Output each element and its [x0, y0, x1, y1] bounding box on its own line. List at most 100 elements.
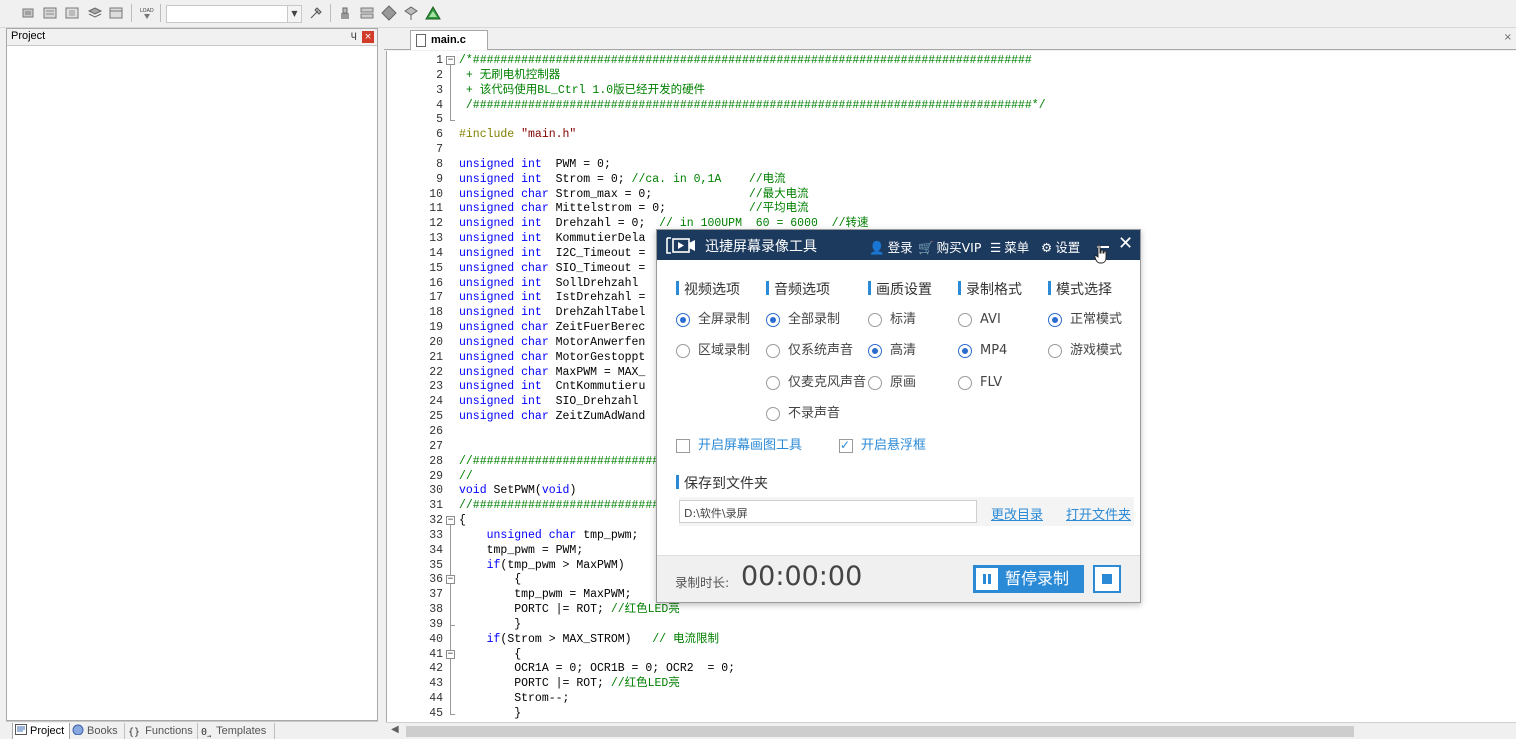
- code-line[interactable]: 43 PORTC |= ROT; //红色LED亮: [387, 676, 1516, 691]
- menu-button[interactable]: ☰ 菜单: [990, 237, 1029, 256]
- configure-icon[interactable]: [359, 5, 375, 21]
- settings-button[interactable]: ⚙ 设置: [1041, 237, 1080, 256]
- code-line[interactable]: 1 /*#####################################…: [387, 53, 1516, 68]
- code-text: unsigned char MotorAnwerfen: [459, 335, 645, 350]
- pack-installer-icon[interactable]: [425, 5, 441, 21]
- code-line[interactable]: 38 PORTC |= ROT; //红色LED亮: [387, 602, 1516, 617]
- code-line[interactable]: 8 unsigned int PWM = 0;: [387, 157, 1516, 172]
- radio-format-flv[interactable]: FLV: [958, 375, 1002, 391]
- code-token: unsigned char: [459, 202, 549, 216]
- code-line[interactable]: 45 }: [387, 706, 1516, 721]
- radio-fullscreen[interactable]: 全屏录制: [676, 312, 750, 328]
- line-number: 25: [429, 410, 443, 424]
- pause-record-button[interactable]: 暂停录制: [973, 565, 1084, 593]
- open-folder-link[interactable]: 打开文件夹: [1066, 504, 1131, 523]
- scroll-thumb[interactable]: [406, 726, 1354, 737]
- pin-icon[interactable]: ɥ: [351, 30, 357, 41]
- radio-mode-normal[interactable]: 正常模式: [1048, 312, 1122, 328]
- editor-tab-label: main.c: [431, 34, 466, 46]
- buy-vip-button[interactable]: 🛒 购买VIP: [918, 237, 981, 256]
- save-path-input[interactable]: D:\软件\录屏: [679, 500, 977, 523]
- fold-toggle-icon[interactable]: −: [446, 516, 455, 526]
- close-icon[interactable]: ✕: [1118, 234, 1133, 254]
- code-line[interactable]: 5: [387, 112, 1516, 127]
- code-line[interactable]: 44 Strom--;: [387, 691, 1516, 706]
- splitter[interactable]: [378, 28, 384, 739]
- horizontal-scrollbar[interactable]: ◀: [386, 722, 1516, 739]
- line-number: 36: [429, 573, 443, 587]
- close-icon[interactable]: ×: [362, 31, 374, 43]
- fold-guide: [450, 658, 451, 714]
- code-line[interactable]: 7: [387, 142, 1516, 157]
- stop-build-icon[interactable]: [87, 5, 103, 21]
- tab-books[interactable]: Books: [70, 723, 125, 739]
- line-number: 16: [429, 276, 443, 290]
- target-options-icon[interactable]: [308, 5, 324, 21]
- line-number: 33: [429, 528, 443, 542]
- code-line[interactable]: 10 unsigned char Strom_max = 0; //最大电流: [387, 187, 1516, 202]
- radio-audio-mic[interactable]: 仅麦克风声音: [766, 375, 866, 391]
- batch-build-icon[interactable]: [42, 5, 58, 21]
- line-number: 6: [436, 128, 443, 142]
- tab-templates[interactable]: 0→ Templates: [199, 723, 275, 739]
- radio-quality-original[interactable]: 原画: [868, 375, 916, 391]
- line-number: 3: [436, 83, 443, 97]
- tab-label: Project: [30, 725, 65, 737]
- translate-icon[interactable]: [20, 5, 36, 21]
- code-token: //###########################: [459, 499, 660, 513]
- login-button[interactable]: 👤 登录: [869, 237, 913, 256]
- fold-toggle-icon[interactable]: −: [446, 649, 455, 659]
- target-select[interactable]: ▼: [166, 5, 302, 23]
- run-icon[interactable]: [381, 5, 397, 21]
- line-number: 15: [429, 261, 443, 275]
- tab-main-c[interactable]: main.c: [410, 30, 488, 50]
- code-token: unsigned char: [459, 335, 549, 349]
- code-line[interactable]: 9 unsigned int Strom = 0; //ca. in 0,1A /…: [387, 172, 1516, 187]
- radio-format-mp4[interactable]: MP4: [958, 343, 1007, 359]
- load-icon[interactable]: LOAD: [139, 5, 155, 21]
- code-token: PORTC |= ROT;: [459, 603, 611, 617]
- screen-recorder-dialog: 迅捷屏幕录像工具 👤 登录 🛒 购买VIP ☰ 菜单 ⚙ 设置 ✕ 视频选项 音频选项 …: [656, 229, 1141, 603]
- radio-audio-system[interactable]: 仅系统声音: [766, 343, 853, 359]
- change-dir-link[interactable]: 更改目录: [991, 504, 1043, 523]
- scroll-left-icon[interactable]: ◀: [391, 724, 399, 735]
- code-text: unsigned int I2C_Timeout =: [459, 246, 645, 261]
- fold-toggle-icon[interactable]: −: [446, 575, 455, 585]
- file-icon: [416, 34, 426, 47]
- code-line[interactable]: 40 if(Strom > MAX_STROM) // 电流限制: [387, 632, 1516, 647]
- tab-project[interactable]: Project: [12, 723, 70, 739]
- code-text: OCR1A = 0; OCR1B = 0; OCR2 = 0;: [459, 661, 735, 676]
- code-line[interactable]: 3 + 该代码使用BL_Ctrl 1.0版已经开发的硬件: [387, 83, 1516, 98]
- radio-quality-hd[interactable]: 高清: [868, 343, 916, 359]
- code-line[interactable]: 39 }: [387, 617, 1516, 632]
- code-line[interactable]: 4 /#####################################…: [387, 98, 1516, 113]
- code-token: + 该代码使用BL_Ctrl 1.0版已经开发的硬件: [459, 83, 706, 97]
- radio-format-avi[interactable]: AVI: [958, 312, 1001, 328]
- radio-audio-none[interactable]: 不录声音: [766, 406, 840, 422]
- stop-record-button[interactable]: [1093, 565, 1121, 593]
- close-icon[interactable]: ×: [1504, 32, 1512, 43]
- code-line[interactable]: 2 + 无刷电机控制器: [387, 68, 1516, 83]
- checkbox-draw-tool[interactable]: 开启屏幕画图工具: [676, 438, 802, 454]
- code-text: {: [459, 513, 466, 528]
- radio-region[interactable]: 区域录制: [676, 343, 750, 359]
- rebuild-icon[interactable]: [64, 5, 80, 21]
- code-line[interactable]: 11 unsigned char Mittelstrom = 0; //平均电流: [387, 201, 1516, 216]
- code-line[interactable]: 42 OCR1A = 0; OCR1B = 0; OCR2 = 0;: [387, 661, 1516, 676]
- fold-toggle-icon[interactable]: −: [446, 56, 455, 65]
- code-token: unsigned char: [459, 321, 549, 335]
- manage-components-icon[interactable]: [337, 5, 353, 21]
- radio-mode-game[interactable]: 游戏模式: [1048, 343, 1122, 359]
- code-token: tmp_pwm;: [576, 528, 639, 542]
- radio-audio-all[interactable]: 全部录制: [766, 312, 840, 328]
- radio-quality-sd[interactable]: 标清: [868, 312, 916, 328]
- code-text: unsigned char MaxPWM = MAX_: [459, 365, 645, 380]
- fold-end: [450, 120, 455, 122]
- code-line[interactable]: 41 {: [387, 647, 1516, 662]
- tab-functions[interactable]: {} Functions: [126, 723, 198, 739]
- batch-setup-icon[interactable]: [108, 5, 124, 21]
- debug-icon[interactable]: [403, 5, 419, 21]
- code-line[interactable]: 6 #include "main.h": [387, 127, 1516, 142]
- pause-label: 暂停录制: [1005, 569, 1070, 588]
- checkbox-float-box[interactable]: 开启悬浮框: [839, 437, 926, 454]
